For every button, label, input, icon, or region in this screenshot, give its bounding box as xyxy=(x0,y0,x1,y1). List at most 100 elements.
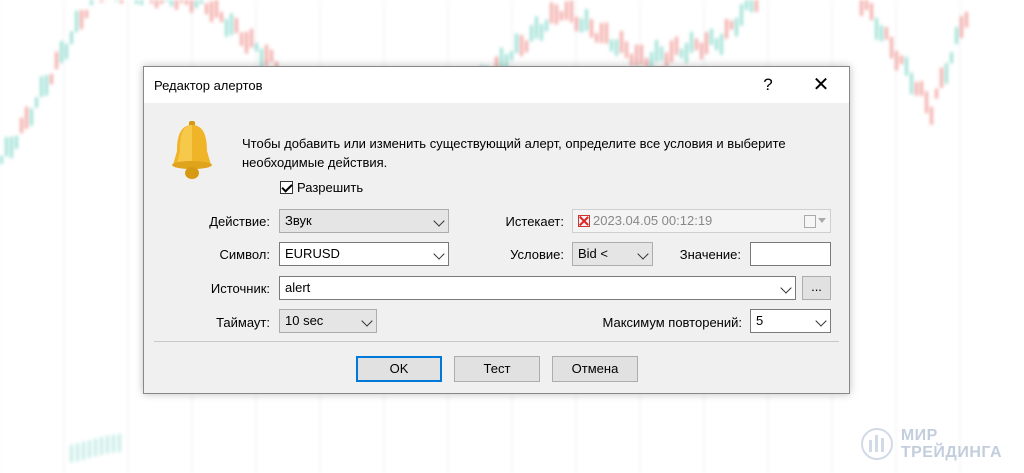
candle xyxy=(270,49,273,63)
timeout-select[interactable]: 10 sec xyxy=(279,309,377,333)
candle xyxy=(82,441,85,460)
candle xyxy=(665,52,668,67)
candle xyxy=(565,1,568,20)
candle xyxy=(880,25,883,42)
candle xyxy=(210,1,213,23)
enable-checkbox[interactable]: Разрешить xyxy=(280,180,363,195)
candle xyxy=(5,137,8,157)
candle xyxy=(160,0,163,5)
chevron-down-icon xyxy=(637,248,649,260)
candle xyxy=(735,17,738,37)
candle xyxy=(175,0,178,10)
test-button[interactable]: Тест xyxy=(454,356,540,382)
close-button[interactable]: ✕ xyxy=(806,73,836,97)
candle xyxy=(715,38,718,51)
condition-value: Bid < xyxy=(578,246,608,261)
bell-icon xyxy=(172,121,212,179)
alert-editor-dialog: Редактор алертов ? ✕ Чтобы добавить или … xyxy=(143,66,850,394)
candle xyxy=(865,0,868,11)
expires-datetime-picker[interactable]: 2023.04.05 00:12:19 xyxy=(572,209,831,233)
expires-value: 2023.04.05 00:12:19 xyxy=(593,213,713,228)
candle xyxy=(630,53,633,66)
candle xyxy=(960,16,963,39)
max-repeats-value: 5 xyxy=(756,313,764,328)
browse-button[interactable]: ... xyxy=(802,276,831,300)
candle xyxy=(195,0,198,9)
candle xyxy=(595,33,598,43)
candle xyxy=(76,443,79,462)
checkbox-checked-icon[interactable] xyxy=(280,181,293,194)
candle xyxy=(570,0,573,23)
candle xyxy=(635,44,638,66)
action-value: Звук xyxy=(285,213,312,228)
candle xyxy=(20,117,23,134)
candle xyxy=(60,41,63,63)
candle xyxy=(510,51,513,61)
timeout-value: 10 sec xyxy=(285,313,324,328)
candle xyxy=(215,0,218,18)
info-text: Чтобы добавить или изменить существующий… xyxy=(242,136,786,170)
candle xyxy=(220,11,223,23)
candle xyxy=(605,22,608,44)
max-repeats-label: Максимум повторений: xyxy=(602,315,743,330)
candle xyxy=(725,18,728,39)
candle xyxy=(45,75,48,96)
value-input[interactable] xyxy=(750,242,831,266)
candle xyxy=(535,16,538,39)
candle xyxy=(120,0,123,4)
candle xyxy=(550,2,553,24)
candle xyxy=(530,25,533,42)
cancel-button[interactable]: Отмена xyxy=(552,356,638,382)
candle xyxy=(65,43,68,60)
candle xyxy=(185,0,188,5)
max-repeats-select[interactable]: 5 xyxy=(750,309,831,333)
candle xyxy=(540,24,543,41)
candle xyxy=(615,39,618,56)
action-select[interactable]: Звук xyxy=(279,209,449,233)
candle xyxy=(165,0,168,2)
candle xyxy=(106,435,109,454)
candle xyxy=(675,36,678,55)
symbol-value: EURUSD xyxy=(285,246,340,261)
expires-label: Истекает: xyxy=(505,214,564,229)
candle xyxy=(180,0,183,3)
candle xyxy=(85,9,88,19)
candle xyxy=(600,22,603,43)
divider xyxy=(154,341,839,342)
candle xyxy=(40,76,43,98)
condition-select[interactable]: Bid < xyxy=(572,242,653,266)
candle xyxy=(755,0,758,12)
watermark: МИР ТРЕЙДИНГА xyxy=(860,426,1002,462)
candle xyxy=(75,10,78,33)
action-label: Действие: xyxy=(209,214,270,229)
help-button[interactable]: ? xyxy=(753,73,783,97)
candle xyxy=(680,48,683,59)
uncheck-x-icon[interactable] xyxy=(578,215,590,227)
candle xyxy=(100,436,103,455)
candle xyxy=(80,9,83,30)
candle xyxy=(190,0,193,13)
timeout-label: Таймаут: xyxy=(216,315,270,330)
candle xyxy=(200,0,203,4)
ok-button[interactable]: OK xyxy=(356,356,442,382)
candle xyxy=(118,434,121,453)
source-select[interactable]: alert xyxy=(279,276,796,300)
candle xyxy=(655,39,658,62)
candle xyxy=(545,19,548,32)
candle xyxy=(920,80,923,96)
title-bar: Редактор алертов ? ✕ xyxy=(144,67,849,103)
dropdown-arrow-icon xyxy=(818,218,826,223)
calendar-icon xyxy=(804,215,816,228)
candle xyxy=(750,0,753,13)
candle xyxy=(94,438,97,457)
chevron-down-icon xyxy=(780,282,792,294)
symbol-select[interactable]: EURUSD xyxy=(279,242,449,266)
watermark-line2: ТРЕЙДИНГА xyxy=(900,444,1002,461)
candle xyxy=(710,28,713,45)
candle xyxy=(900,55,903,65)
candle xyxy=(935,88,938,99)
candle xyxy=(950,52,953,64)
candle xyxy=(730,20,733,30)
candle xyxy=(205,3,208,15)
candle xyxy=(50,73,53,85)
